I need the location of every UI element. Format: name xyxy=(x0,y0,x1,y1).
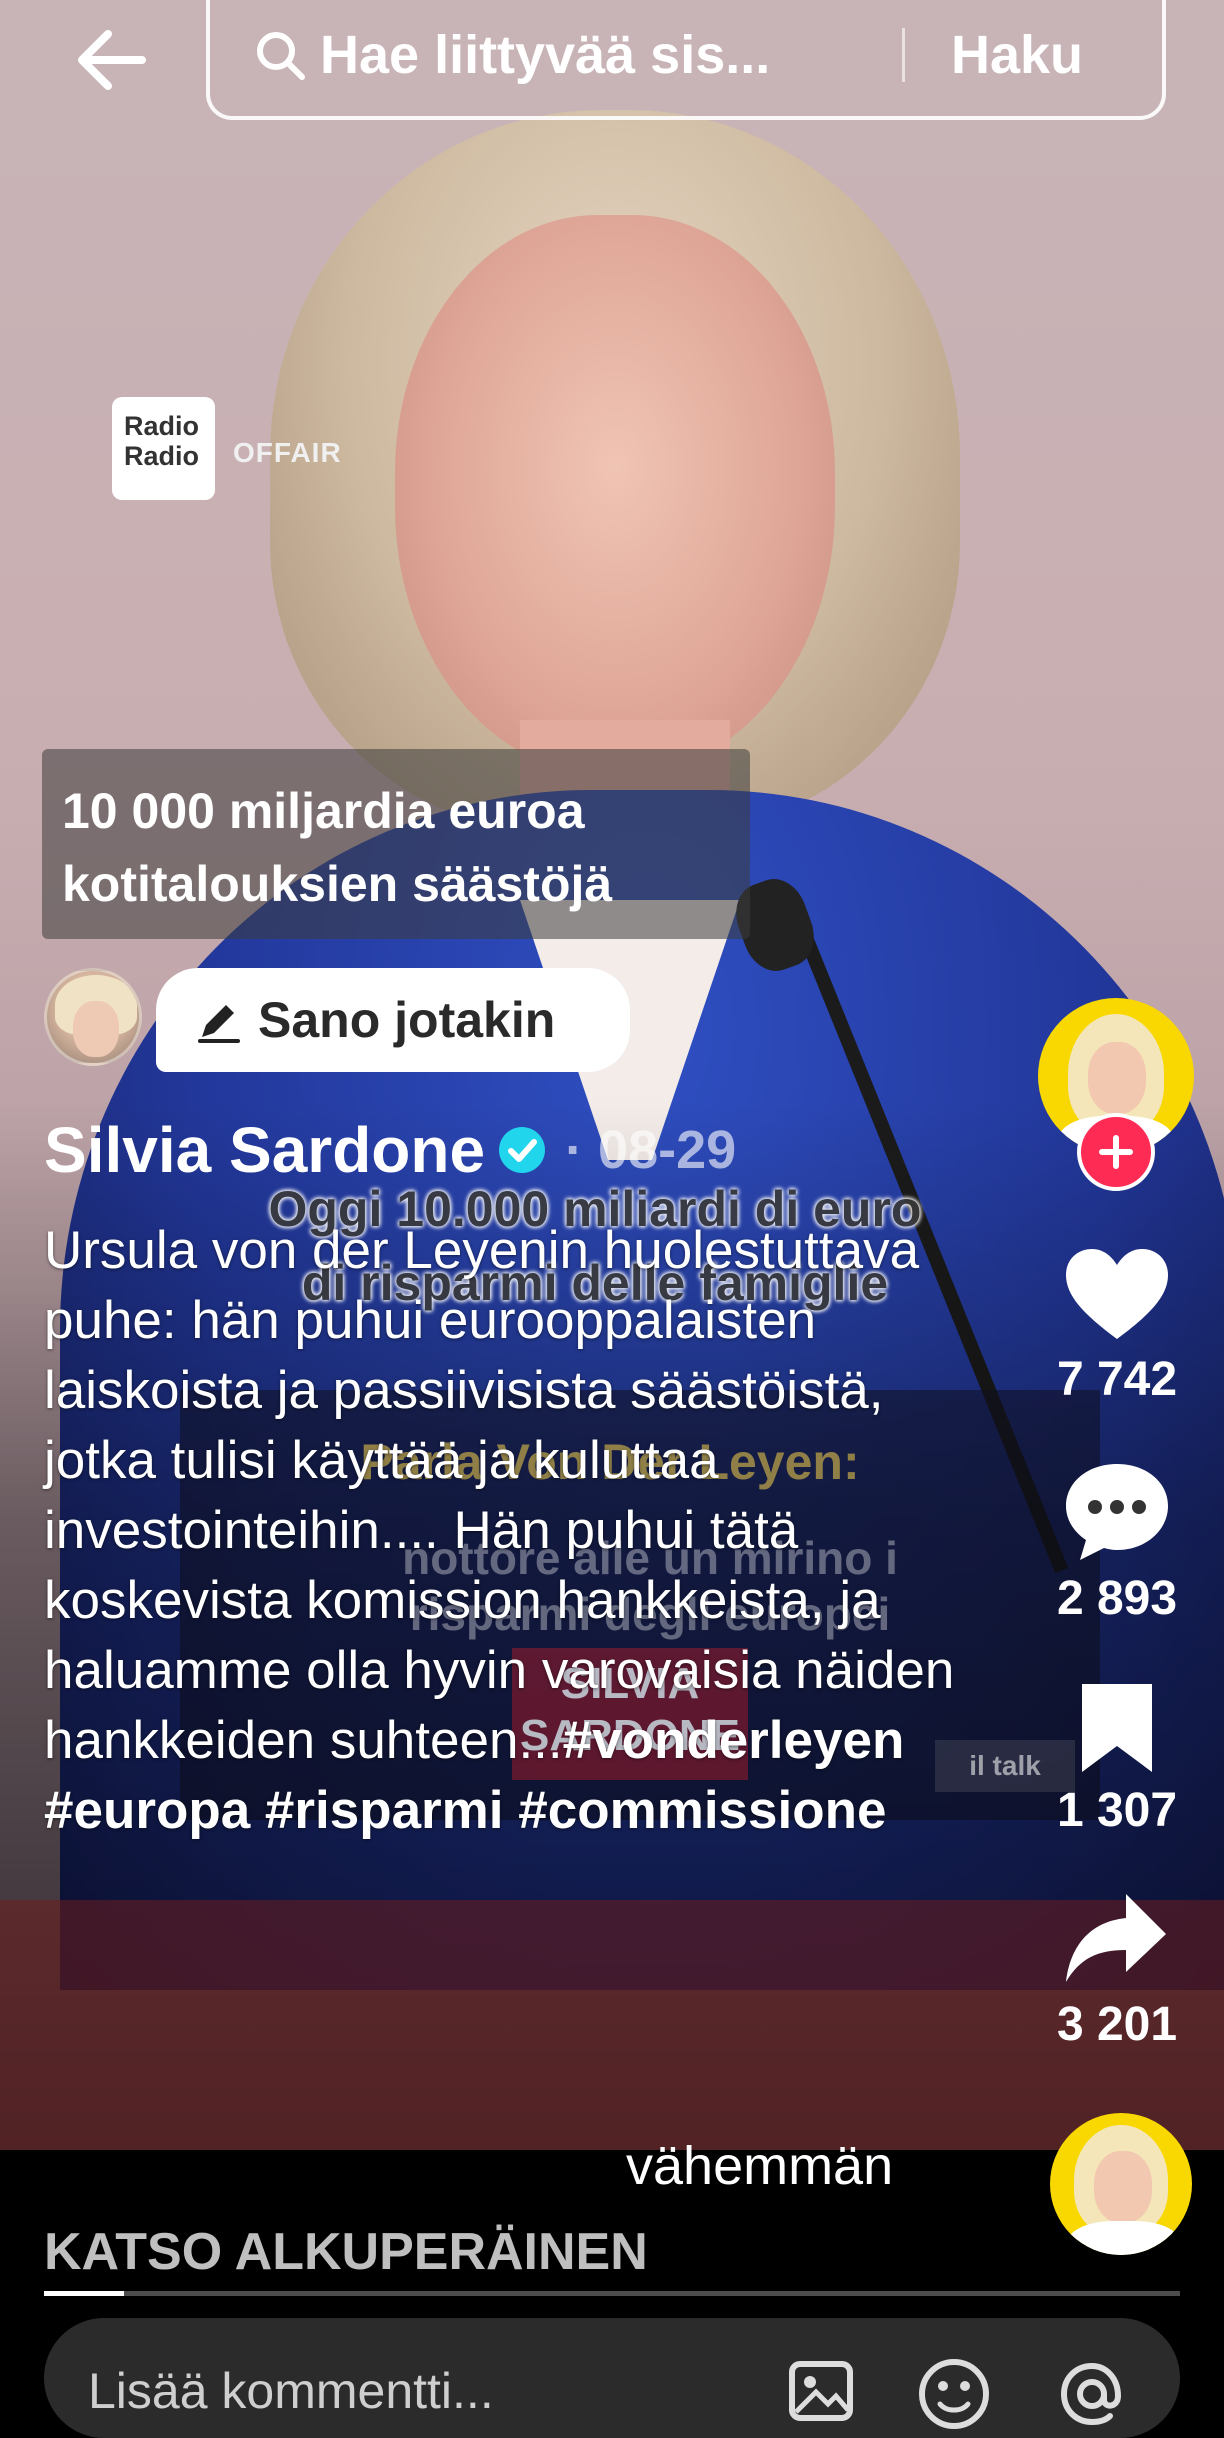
radio-radio-logo: Radio Radio xyxy=(112,397,215,500)
bookmark-icon xyxy=(1082,1684,1152,1772)
search-button[interactable]: Haku xyxy=(951,24,1083,86)
title-line2: kotitalouksien säästöjä xyxy=(62,856,613,912)
say-something-button[interactable]: Sano jotakin xyxy=(156,968,630,1072)
search-bar[interactable]: Hae liittyvää sis... Haku xyxy=(206,0,1166,120)
show-less-button[interactable]: vähemmän xyxy=(626,2135,893,2197)
video-progress-bar[interactable] xyxy=(44,2291,1180,2296)
creator-avatar-face xyxy=(1088,1042,1146,1114)
description-text: Ursula von der Leyenin huolestuttava puh… xyxy=(44,1221,955,1770)
verified-icon xyxy=(499,1127,546,1173)
search-divider xyxy=(902,28,905,82)
emoji-icon[interactable] xyxy=(916,2356,992,2432)
search-icon xyxy=(257,32,305,80)
like-button[interactable]: 7 742 xyxy=(1040,1245,1194,1407)
author-row[interactable]: Silvia Sardone · 08-29 xyxy=(44,1110,736,1190)
like-count: 7 742 xyxy=(1056,1353,1178,1406)
comment-input[interactable]: Lisää kommentti... xyxy=(88,2362,494,2420)
heart-icon xyxy=(1066,1249,1168,1339)
plus-icon xyxy=(1099,1135,1133,1169)
bookmark-count: 1 307 xyxy=(1056,1784,1178,1837)
back-button[interactable] xyxy=(66,20,156,100)
video-subject-face xyxy=(395,215,835,775)
bookmark-button[interactable]: 1 307 xyxy=(1040,1680,1194,1838)
viewer-avatar[interactable] xyxy=(44,968,142,1066)
video-title-box: 10 000 miljardia euroa kotitalouksien sä… xyxy=(42,749,750,939)
sound-avatar-face xyxy=(1094,2151,1152,2223)
offair-label: OFFAIR xyxy=(233,437,342,468)
pen-icon xyxy=(198,1005,240,1043)
post-date: · 08-29 xyxy=(565,1120,737,1180)
logo-line1: Radio xyxy=(124,411,200,441)
image-icon[interactable] xyxy=(786,2356,856,2426)
post-description: Ursula von der Leyenin huolestuttava puh… xyxy=(44,1216,984,1846)
share-icon xyxy=(1066,1894,1166,1982)
sound-disc-avatar[interactable] xyxy=(1050,2113,1192,2255)
author-name[interactable]: Silvia Sardone xyxy=(44,1113,485,1187)
search-input[interactable]: Hae liittyvää sis... xyxy=(320,24,840,86)
video-progress-fill xyxy=(44,2291,124,2296)
watch-original-button[interactable]: KATSO ALKUPERÄINEN xyxy=(44,2222,648,2282)
say-something-label: Sano jotakin xyxy=(258,992,556,1048)
comment-icon xyxy=(1066,1464,1168,1560)
back-arrow-icon xyxy=(78,30,146,90)
viewer-avatar-face xyxy=(73,1001,119,1057)
mention-icon[interactable] xyxy=(1054,2356,1130,2432)
title-line1: 10 000 miljardia euroa xyxy=(62,783,585,839)
comment-button[interactable]: 2 893 xyxy=(1040,1460,1194,1626)
sound-avatar-body xyxy=(1066,2221,1182,2255)
comment-count: 2 893 xyxy=(1056,1572,1178,1625)
follow-button[interactable] xyxy=(1077,1113,1155,1191)
comment-bar[interactable]: Lisää kommentti... xyxy=(44,2318,1180,2438)
share-count: 3 201 xyxy=(1056,1998,1178,2051)
logo-line2: Radio xyxy=(124,441,200,471)
share-button[interactable]: 3 201 xyxy=(1040,1890,1194,2052)
